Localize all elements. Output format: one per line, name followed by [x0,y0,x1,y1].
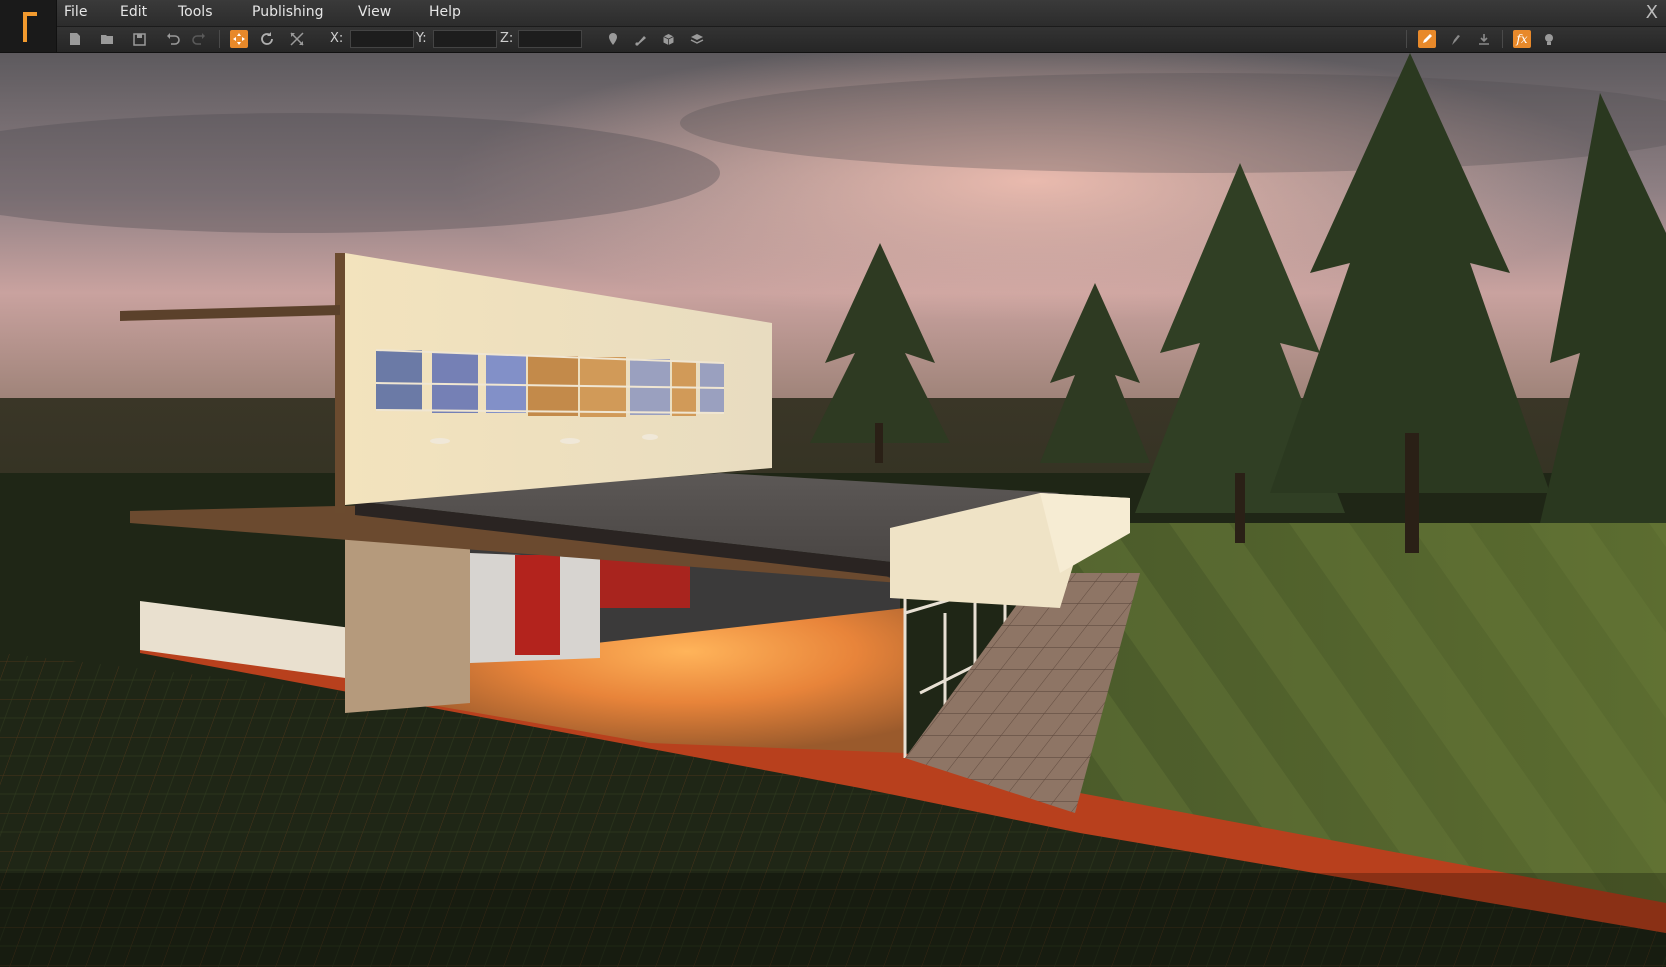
z-coordinate-input[interactable] [518,30,582,48]
menu-edit[interactable]: Edit [120,4,147,20]
menu-help[interactable]: Help [429,4,461,20]
new-file-icon[interactable] [66,30,84,48]
y-label: Y: [416,31,427,46]
layers-icon[interactable] [688,30,706,48]
place-marker-icon[interactable] [604,30,622,48]
redo-icon[interactable] [190,30,208,48]
light-bulb-icon[interactable] [1540,30,1558,48]
scale-tool-icon[interactable] [288,30,306,48]
y-coordinate-input[interactable] [433,30,497,48]
open-folder-icon[interactable] [98,30,116,48]
menu-file[interactable]: File [64,4,87,20]
rotate-tool-icon[interactable] [258,30,276,48]
close-window-button[interactable]: X [1646,2,1658,23]
paint-icon[interactable] [1446,30,1464,48]
cube-icon[interactable] [659,30,677,48]
save-icon[interactable] [130,30,148,48]
move-tool-icon[interactable] [230,30,248,48]
toolbar [0,27,1666,53]
z-label: Z: [500,31,514,46]
menu-tools[interactable]: Tools [178,4,213,20]
fx-icon[interactable]: fx [1513,30,1531,48]
menu-view[interactable]: View [358,4,391,20]
menu-bar: File Edit Tools Publishing View Help X [0,0,1666,27]
brush-icon[interactable] [632,30,650,48]
x-coordinate-input[interactable] [350,30,414,48]
scene-render [0,53,1666,967]
menu-publishing[interactable]: Publishing [252,4,324,20]
download-icon[interactable] [1475,30,1493,48]
x-label: X: [330,31,344,46]
3d-viewport[interactable] [0,53,1666,967]
edit-pencil-icon[interactable] [1418,30,1436,48]
app-logo [0,0,57,52]
editor-window: File Edit Tools Publishing View Help X X… [0,0,1666,967]
undo-icon[interactable] [164,30,182,48]
